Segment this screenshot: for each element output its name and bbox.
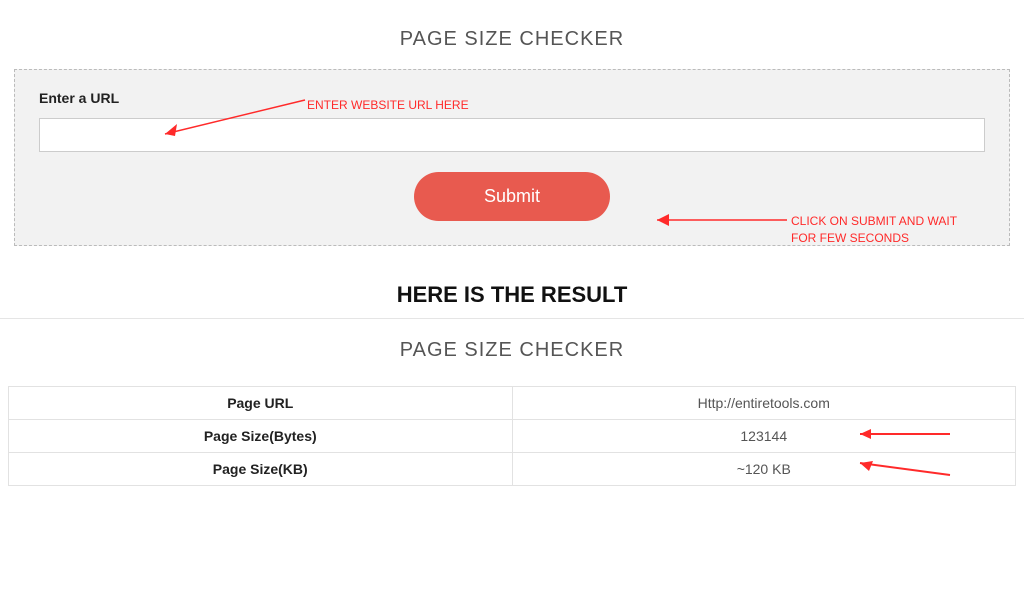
value-text: 123144 [740, 428, 787, 444]
row-value: 123144 [512, 420, 1016, 453]
url-input[interactable] [39, 118, 985, 152]
annotation-enter-url: ENTER WEBSITE URL HERE [307, 98, 469, 112]
arrow-annotation-icon [855, 459, 955, 479]
arrow-annotation-icon [855, 428, 955, 442]
table-row: Page Size(Bytes) 123144 [9, 420, 1016, 453]
row-label: Page Size(Bytes) [9, 420, 513, 453]
url-label: Enter a URL [39, 90, 985, 106]
table-row: Page URL Http://entiretools.com [9, 387, 1016, 420]
divider [0, 318, 1024, 319]
result-table: Page URL Http://entiretools.com Page Siz… [8, 386, 1016, 486]
result-title: PAGE SIZE CHECKER [0, 339, 1024, 362]
row-label: Page URL [9, 387, 513, 420]
submit-button[interactable]: Submit [414, 172, 610, 221]
url-form-panel: ENTER WEBSITE URL HERE Enter a URL Submi… [14, 69, 1010, 246]
row-value: Http://entiretools.com [512, 387, 1016, 420]
annotation-click-submit: CLICK ON SUBMIT AND WAIT FOR FEW SECONDS [791, 213, 971, 247]
row-value: ~120 KB [512, 453, 1016, 486]
page-title: PAGE SIZE CHECKER [0, 0, 1024, 69]
result-heading: HERE IS THE RESULT [0, 282, 1024, 308]
value-text: ~120 KB [737, 461, 791, 477]
row-label: Page Size(KB) [9, 453, 513, 486]
table-row: Page Size(KB) ~120 KB [9, 453, 1016, 486]
